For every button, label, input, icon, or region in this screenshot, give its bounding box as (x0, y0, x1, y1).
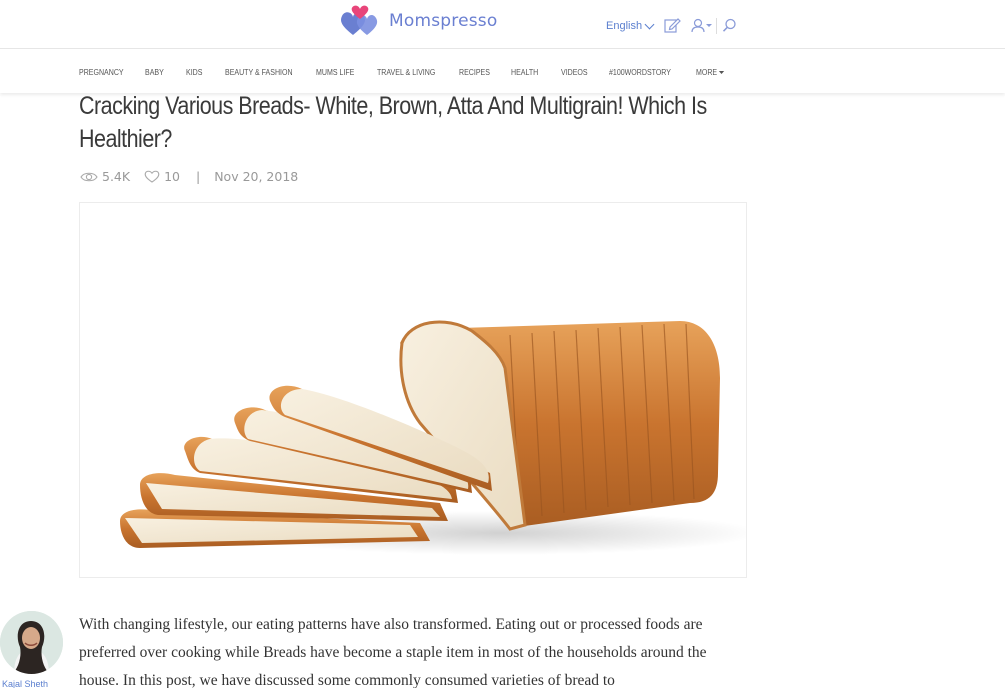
search-icon[interactable] (722, 18, 737, 38)
nav-more[interactable]: MORE (696, 68, 725, 77)
user-icon[interactable] (691, 18, 713, 38)
publish-date: Nov 20, 2018 (214, 169, 299, 184)
language-label: English (606, 20, 643, 32)
eye-icon (80, 172, 98, 181)
category-nav: PREGNANCY BABY KIDS BEAUTY & FASHION MUM… (0, 49, 1005, 93)
views-count: 5.4K (80, 169, 130, 184)
nav-baby[interactable]: BABY (145, 68, 164, 77)
author-photo (0, 611, 63, 674)
heart-icon (144, 170, 160, 183)
meta-separator: | (195, 169, 201, 184)
logo-text: Momspresso (389, 11, 498, 31)
header-divider (716, 18, 717, 34)
top-header: Momspresso English (0, 0, 1005, 49)
article-meta: 5.4K 10 | Nov 20, 2018 (80, 169, 298, 184)
article-body: With changing lifestyle, our eating patt… (79, 616, 707, 688)
nav-kids[interactable]: KIDS (186, 68, 202, 77)
nav-videos[interactable]: VIDEOS (561, 68, 588, 77)
author-avatar[interactable] (0, 611, 63, 674)
site-logo[interactable]: Momspresso (339, 5, 497, 37)
likes-count[interactable]: 10 (144, 169, 180, 184)
nav-pregnancy[interactable]: PREGNANCY (79, 68, 124, 77)
author-name[interactable]: Kajal Sheth (2, 679, 48, 688)
bread-loaf-illustration (120, 320, 746, 555)
article-title: Cracking Various Breads- White, Brown, A… (79, 92, 707, 153)
nav-100wordstory[interactable]: #100WORDSTORY (609, 68, 671, 77)
views-value: 5.4K (102, 169, 131, 184)
write-icon[interactable] (664, 18, 681, 38)
nav-mums-life[interactable]: MUMS LIFE (316, 68, 354, 77)
likes-value: 10 (164, 169, 180, 184)
nav-health[interactable]: HEALTH (511, 68, 538, 77)
nav-recipes[interactable]: RECIPES (459, 68, 490, 77)
caret-down-icon (718, 71, 725, 75)
language-selector[interactable]: English (606, 19, 655, 32)
nav-beauty-fashion[interactable]: BEAUTY & FASHION (225, 68, 293, 77)
nav-travel-living[interactable]: TRAVEL & LIVING (377, 68, 435, 77)
chevron-down-icon (644, 19, 655, 29)
nav-more-label: MORE (696, 68, 718, 77)
article-hero-image (79, 202, 747, 578)
logo-hearts-icon (341, 5, 378, 36)
